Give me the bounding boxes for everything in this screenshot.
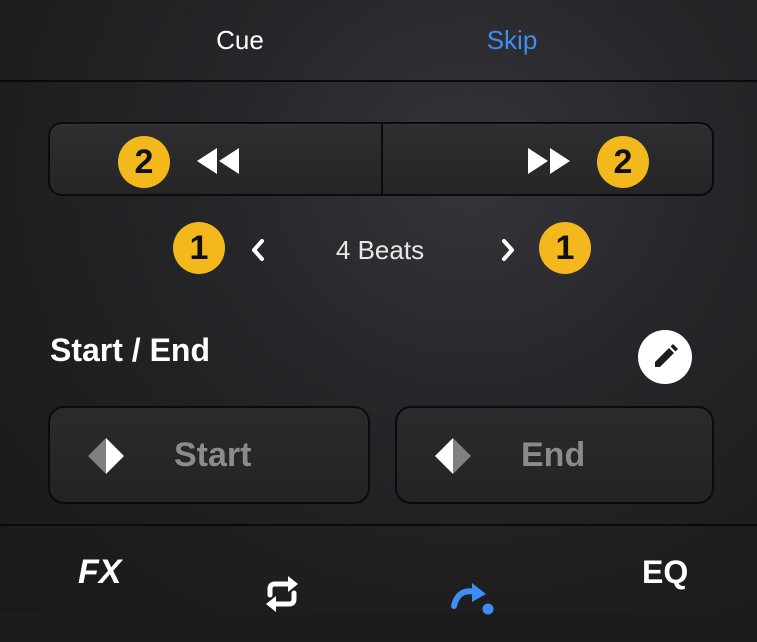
end-label: End (521, 436, 586, 474)
start-button[interactable]: Start (48, 406, 370, 504)
chevron-left-icon[interactable] (250, 238, 266, 262)
start-end-title: Start / End (50, 332, 211, 368)
bottom-nav: FX EQ (0, 524, 757, 615)
nav-fx[interactable]: FX (78, 526, 121, 614)
callout-badge-beats-decrease: 1 (173, 222, 225, 274)
callout-badge-skip-forward: 2 (597, 136, 649, 188)
edit-button[interactable] (638, 330, 692, 384)
callout-badge-skip-back: 2 (118, 136, 170, 188)
skip-back-button[interactable] (50, 124, 381, 194)
background (0, 0, 757, 612)
start-label: Start (174, 436, 252, 474)
nav-eq[interactable]: EQ (642, 526, 688, 614)
skip-forward-button[interactable] (383, 124, 714, 194)
beats-value: 4 Beats (335, 235, 425, 265)
callout-badge-beats-increase: 1 (539, 222, 591, 274)
tab-skip[interactable]: Skip (412, 0, 612, 80)
loop-icon[interactable] (262, 550, 302, 638)
end-marker-icon (435, 438, 471, 474)
start-marker-icon (88, 438, 124, 474)
rewind-icon (197, 148, 239, 174)
end-button[interactable]: End (395, 406, 714, 504)
tab-cue[interactable]: Cue (140, 0, 340, 80)
top-tab-bar: Cue Skip (0, 0, 757, 82)
chevron-right-icon[interactable] (500, 238, 516, 262)
fast-forward-icon (528, 148, 570, 174)
pencil-icon (655, 344, 678, 367)
skip-arrow-icon[interactable] (448, 554, 498, 642)
